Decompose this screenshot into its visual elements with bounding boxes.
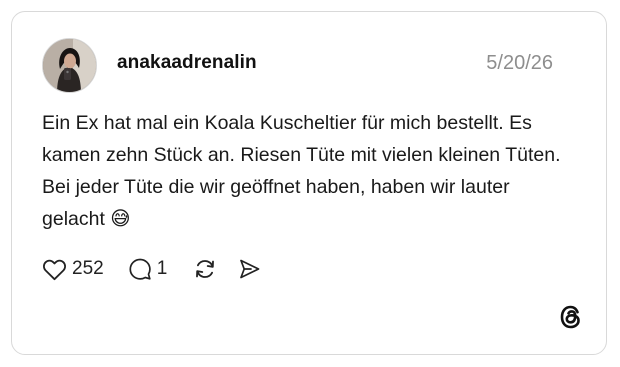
heart-icon [43,259,66,280]
post-card: anakaadrenalin 5/20/26 Ein Ex hat mal ei… [11,11,607,355]
repost-button[interactable] [193,257,217,281]
comment-icon [129,258,151,280]
avatar[interactable] [42,38,97,93]
repost-icon [196,260,215,278]
threads-logo-icon [560,305,580,329]
post-text: Ein Ex hat mal ein Koala Kuscheltier für… [42,112,561,230]
like-count: 252 [72,258,104,279]
post-date: 5/20/26 [486,52,553,74]
action-bar: 252 1 [42,254,261,284]
share-button[interactable] [237,257,261,281]
avatar-photo [43,39,96,92]
like-button[interactable]: 252 [42,258,104,281]
username[interactable]: anakaadrenalin [117,52,257,74]
reply-button[interactable]: 1 [128,257,168,281]
share-icon [240,259,260,279]
reply-count: 1 [156,258,168,279]
